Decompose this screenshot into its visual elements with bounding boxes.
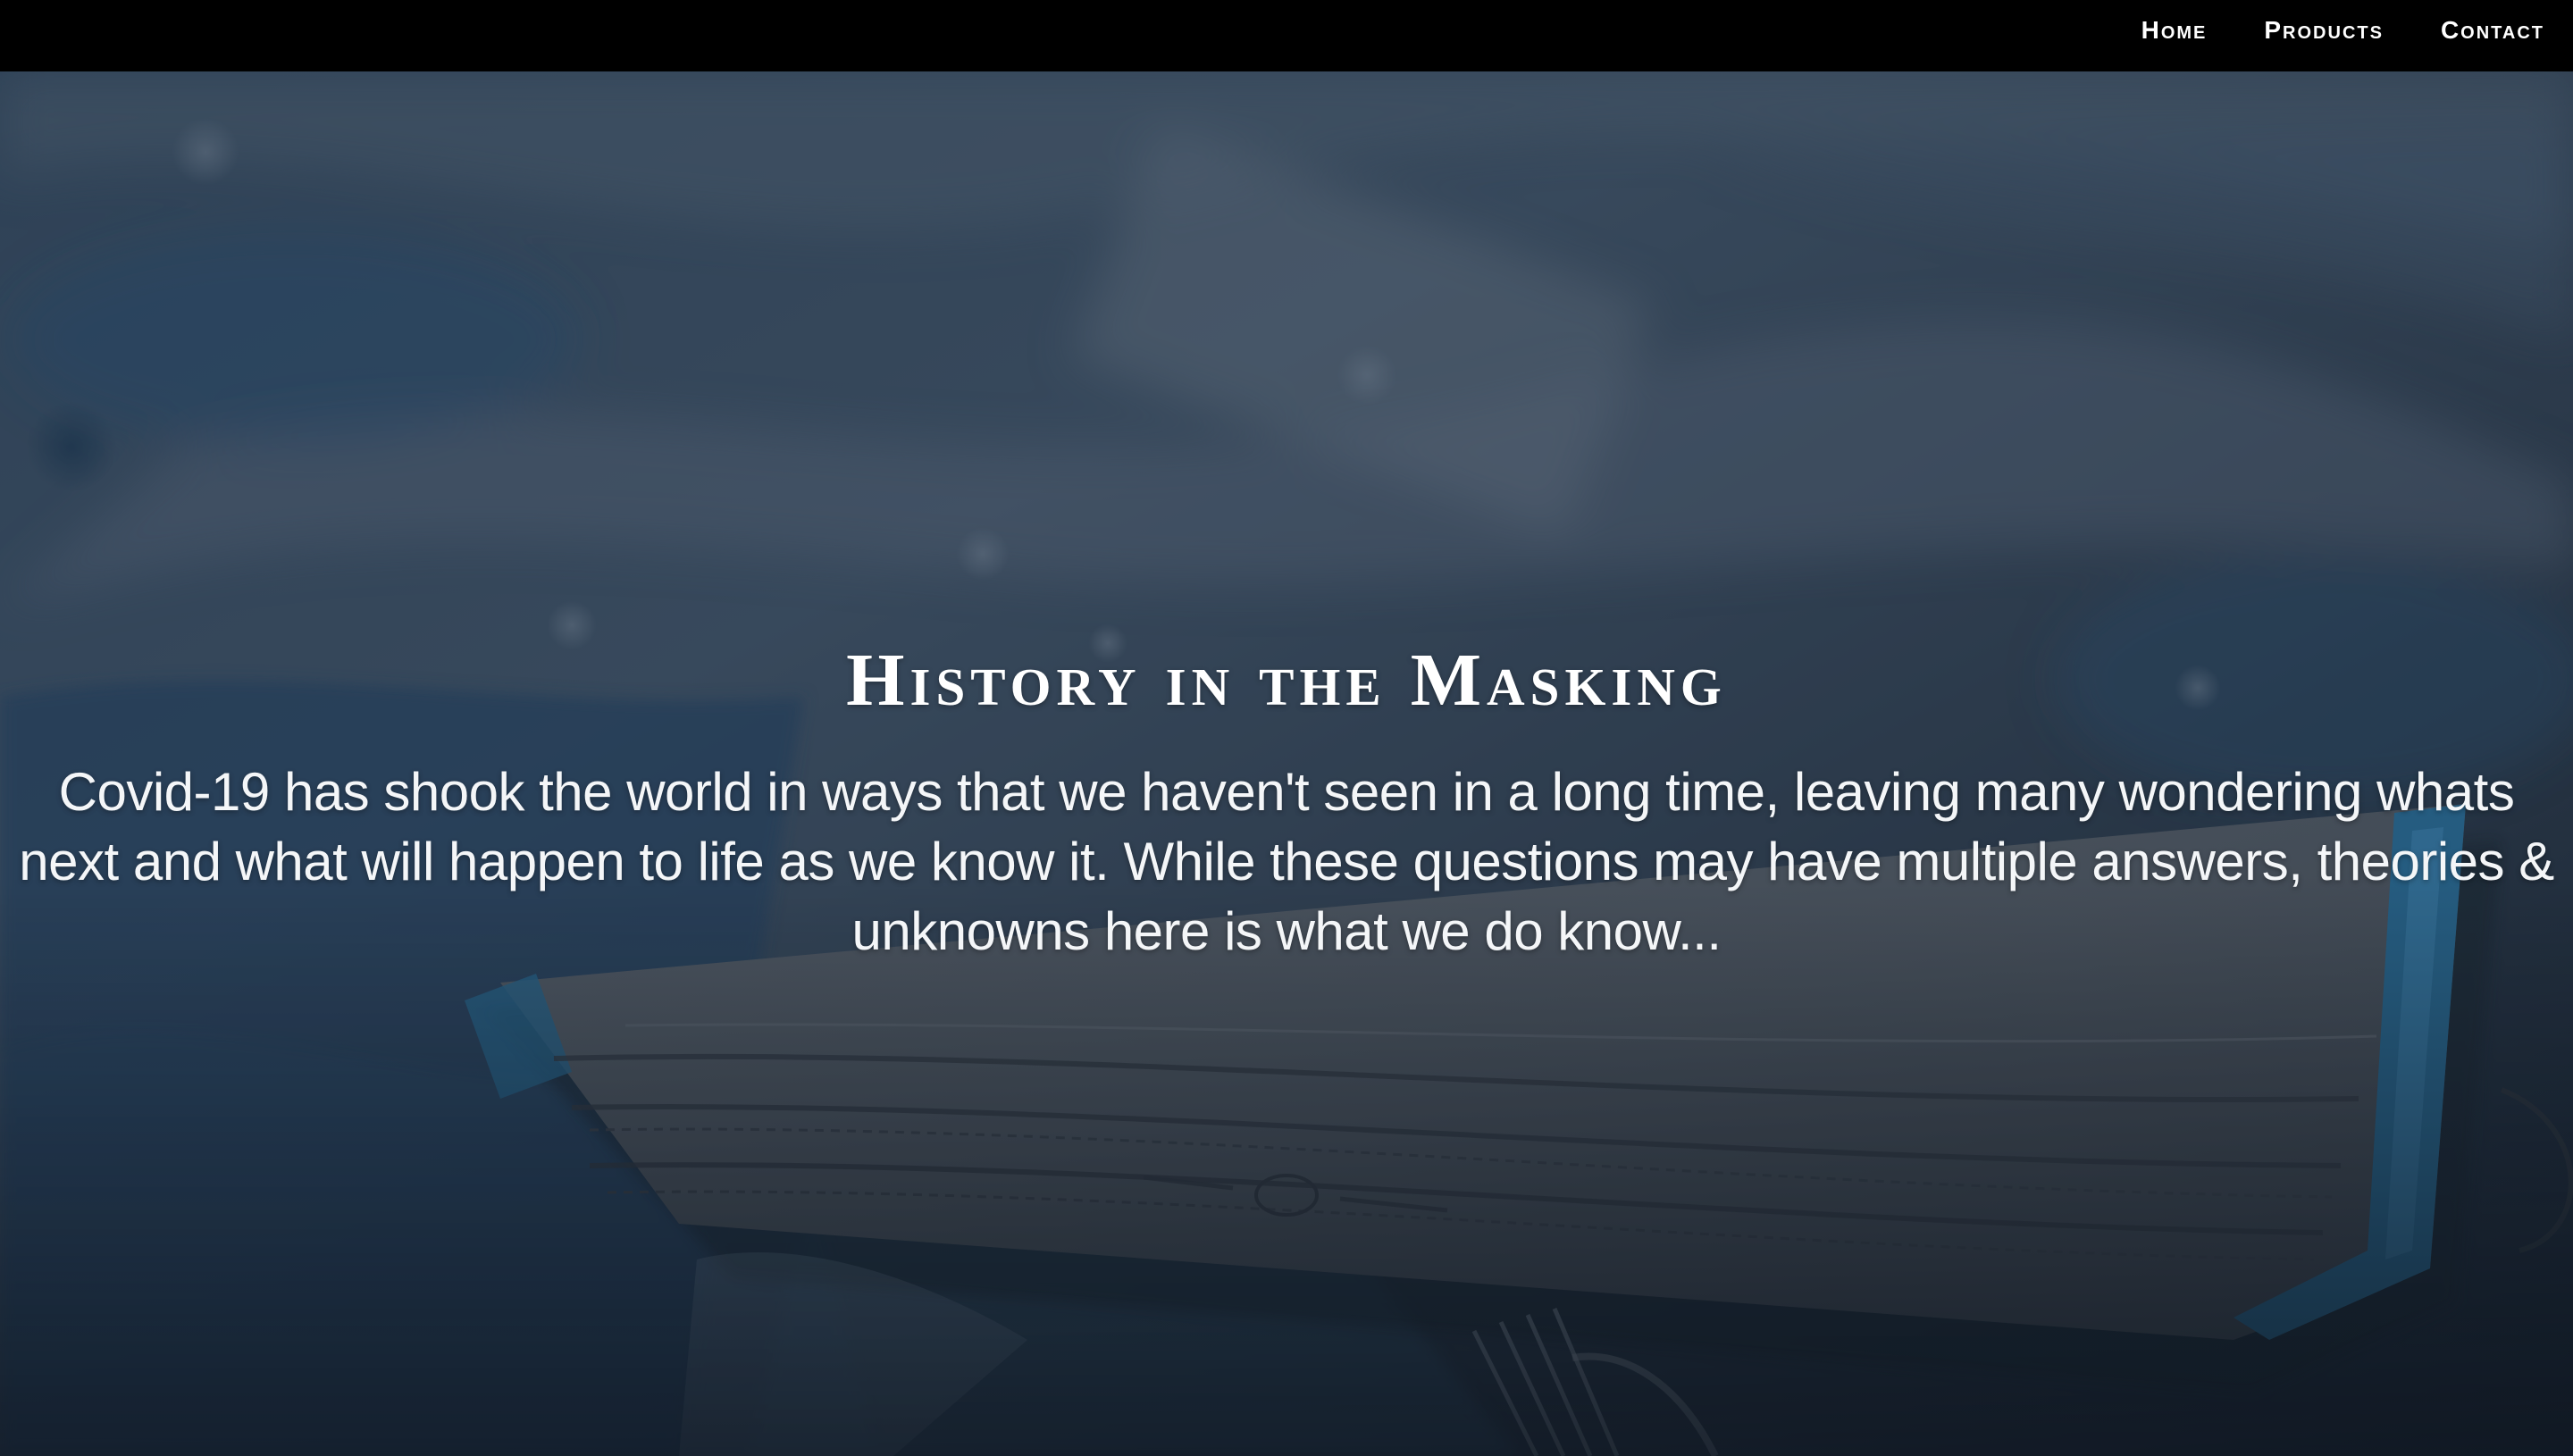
nav-link-home[interactable]: Home <box>2141 16 2208 45</box>
hero-section: History in the Masking Covid-19 has shoo… <box>0 71 2573 1456</box>
nav-link-contact[interactable]: Contact <box>2441 16 2544 45</box>
hero-content: History in the Masking Covid-19 has shoo… <box>0 643 2573 966</box>
hero-title: History in the Masking <box>846 639 1727 722</box>
hero-description: Covid-19 has shook the world in ways tha… <box>19 762 2554 961</box>
nav-link-products[interactable]: Products <box>2264 16 2384 45</box>
top-navbar: Home Products Contact <box>0 0 2573 71</box>
main-nav: Home Products Contact <box>2141 0 2544 61</box>
